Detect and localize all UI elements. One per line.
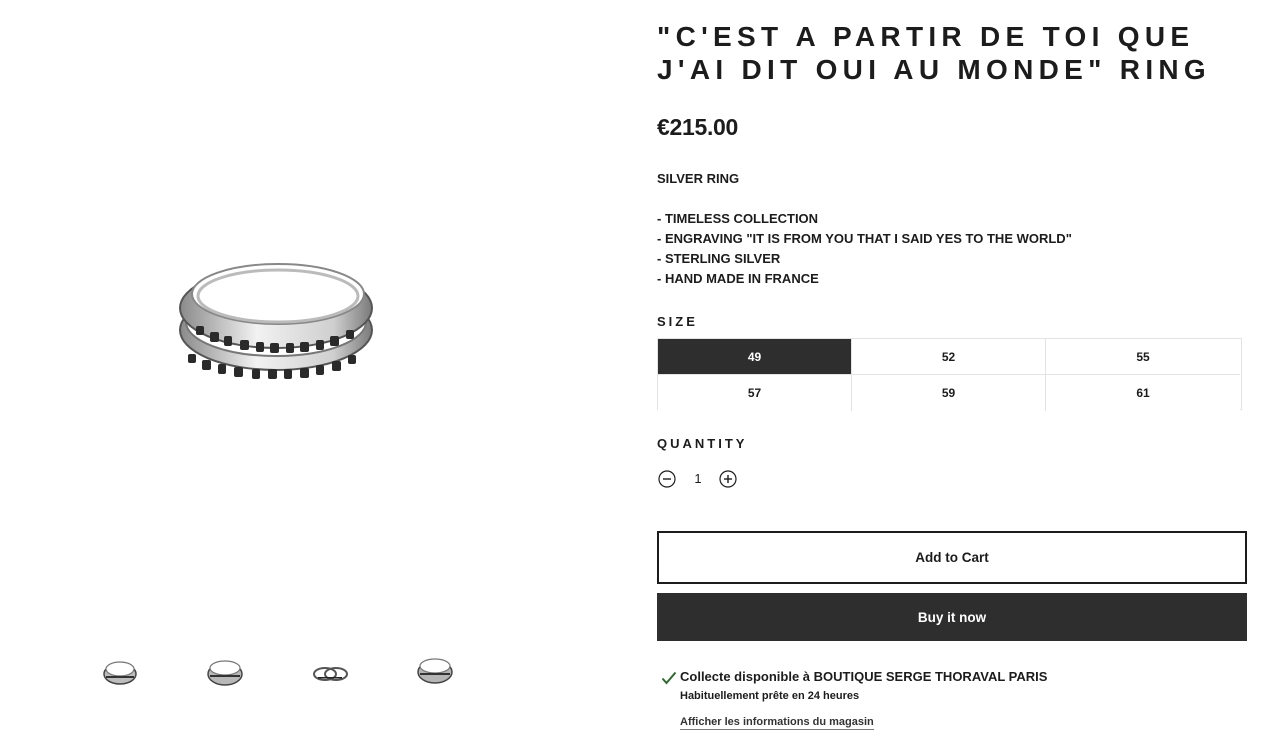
size-option-49[interactable]: 49 bbox=[658, 339, 852, 375]
quantity-increase-button[interactable] bbox=[719, 470, 737, 488]
thumbnail-3[interactable] bbox=[300, 650, 360, 694]
size-option-57[interactable]: 57 bbox=[658, 375, 852, 411]
size-option-55[interactable]: 55 bbox=[1046, 339, 1240, 375]
checkmark-icon bbox=[661, 671, 677, 685]
pickup-availability: Collecte disponible à BOUTIQUE SERGE THO… bbox=[657, 665, 1247, 745]
buy-now-button[interactable]: Buy it now bbox=[657, 593, 1247, 641]
pickup-subtitle: Habituellement prête en 24 heures bbox=[680, 690, 860, 702]
double-ring-thumbnail-icon bbox=[313, 667, 348, 681]
description-bullet: - HAND MADE IN FRANCE bbox=[657, 271, 819, 286]
quantity-value[interactable]: 1 bbox=[687, 471, 709, 486]
thumbnail-2[interactable] bbox=[195, 650, 255, 694]
description-bullet: - TIMELESS COLLECTION bbox=[657, 211, 819, 226]
size-selector: 49 52 55 57 59 61 bbox=[657, 338, 1242, 411]
thumbnail-4[interactable] bbox=[405, 650, 465, 694]
ring-thumbnail-icon bbox=[417, 658, 453, 684]
quantity-decrease-button[interactable] bbox=[658, 470, 676, 488]
engraved-silver-ring-image bbox=[179, 263, 373, 379]
store-info-link[interactable]: Afficher les informations du magasin bbox=[680, 716, 874, 730]
description-heading: SILVER RING bbox=[657, 171, 740, 186]
main-product-image[interactable] bbox=[160, 230, 400, 400]
plus-circle-icon bbox=[719, 470, 737, 488]
ring-thumbnail-icon bbox=[103, 661, 137, 685]
product-gallery bbox=[0, 0, 640, 746]
description-bullet: - ENGRAVING "IT IS FROM YOU THAT I SAID … bbox=[657, 231, 1072, 246]
pickup-title: Collecte disponible à BOUTIQUE SERGE THO… bbox=[680, 669, 1048, 684]
thumbnail-strip bbox=[0, 650, 640, 694]
minus-circle-icon bbox=[658, 470, 676, 488]
size-option-52[interactable]: 52 bbox=[852, 339, 1046, 375]
size-option-59[interactable]: 59 bbox=[852, 375, 1046, 411]
quantity-stepper: 1 bbox=[657, 468, 747, 490]
product-price: €215.00 bbox=[657, 114, 739, 140]
ring-thumbnail-icon bbox=[207, 660, 243, 686]
product-title: "C'EST A PARTIR DE TOI QUE J'AI DIT OUI … bbox=[657, 21, 1212, 85]
description-bullet: - STERLING SILVER bbox=[657, 251, 781, 266]
add-to-cart-button[interactable]: Add to Cart bbox=[657, 531, 1247, 584]
size-label: SIZE bbox=[657, 314, 698, 329]
thumbnail-1[interactable] bbox=[90, 650, 150, 694]
size-option-61[interactable]: 61 bbox=[1046, 375, 1240, 411]
product-description: SILVER RING - TIMELESS COLLECTION - ENGR… bbox=[657, 169, 1072, 289]
quantity-label: QUANTITY bbox=[657, 436, 748, 451]
